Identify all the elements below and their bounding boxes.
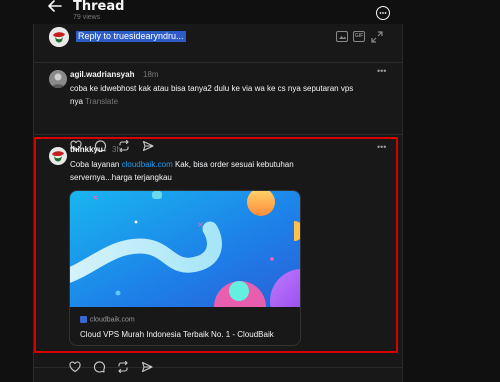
divider <box>34 134 402 135</box>
gif-icon[interactable]: GIF <box>353 31 365 42</box>
comment-icon[interactable] <box>93 360 105 373</box>
top-bar: Thread 79 views <box>0 0 500 26</box>
username[interactable]: agil.wadriansyah <box>70 70 134 79</box>
highlight-box <box>34 137 398 353</box>
avatar[interactable] <box>49 70 67 88</box>
reply-box: Reply to truesidearyndru... GIF <box>34 24 402 54</box>
post-text-tail: nya <box>70 97 83 106</box>
back-arrow-icon[interactable] <box>48 0 66 16</box>
user-avatar <box>49 27 69 47</box>
send-icon[interactable] <box>141 360 153 373</box>
more-circle-icon[interactable] <box>376 6 390 20</box>
reply-input[interactable]: Reply to truesidearyndru... <box>76 31 186 42</box>
post-text-line1: coba ke idwebhost kak atau bisa tanya2 d… <box>70 84 354 93</box>
heart-icon[interactable] <box>69 360 81 373</box>
view-count: 79 views <box>73 14 101 21</box>
post-time: 18m <box>143 70 159 79</box>
more-options-icon[interactable]: ••• <box>377 66 386 76</box>
expand-icon[interactable] <box>371 30 383 43</box>
page-title: Thread <box>73 0 125 14</box>
divider <box>34 367 402 368</box>
repost-icon[interactable] <box>117 360 129 374</box>
divider <box>34 62 402 63</box>
post-text-line2: nya Translate <box>70 95 390 108</box>
image-icon[interactable] <box>336 31 348 42</box>
translate-link[interactable]: Translate <box>85 97 118 106</box>
post-text: coba ke idwebhost kak atau bisa tanya2 d… <box>70 82 390 108</box>
